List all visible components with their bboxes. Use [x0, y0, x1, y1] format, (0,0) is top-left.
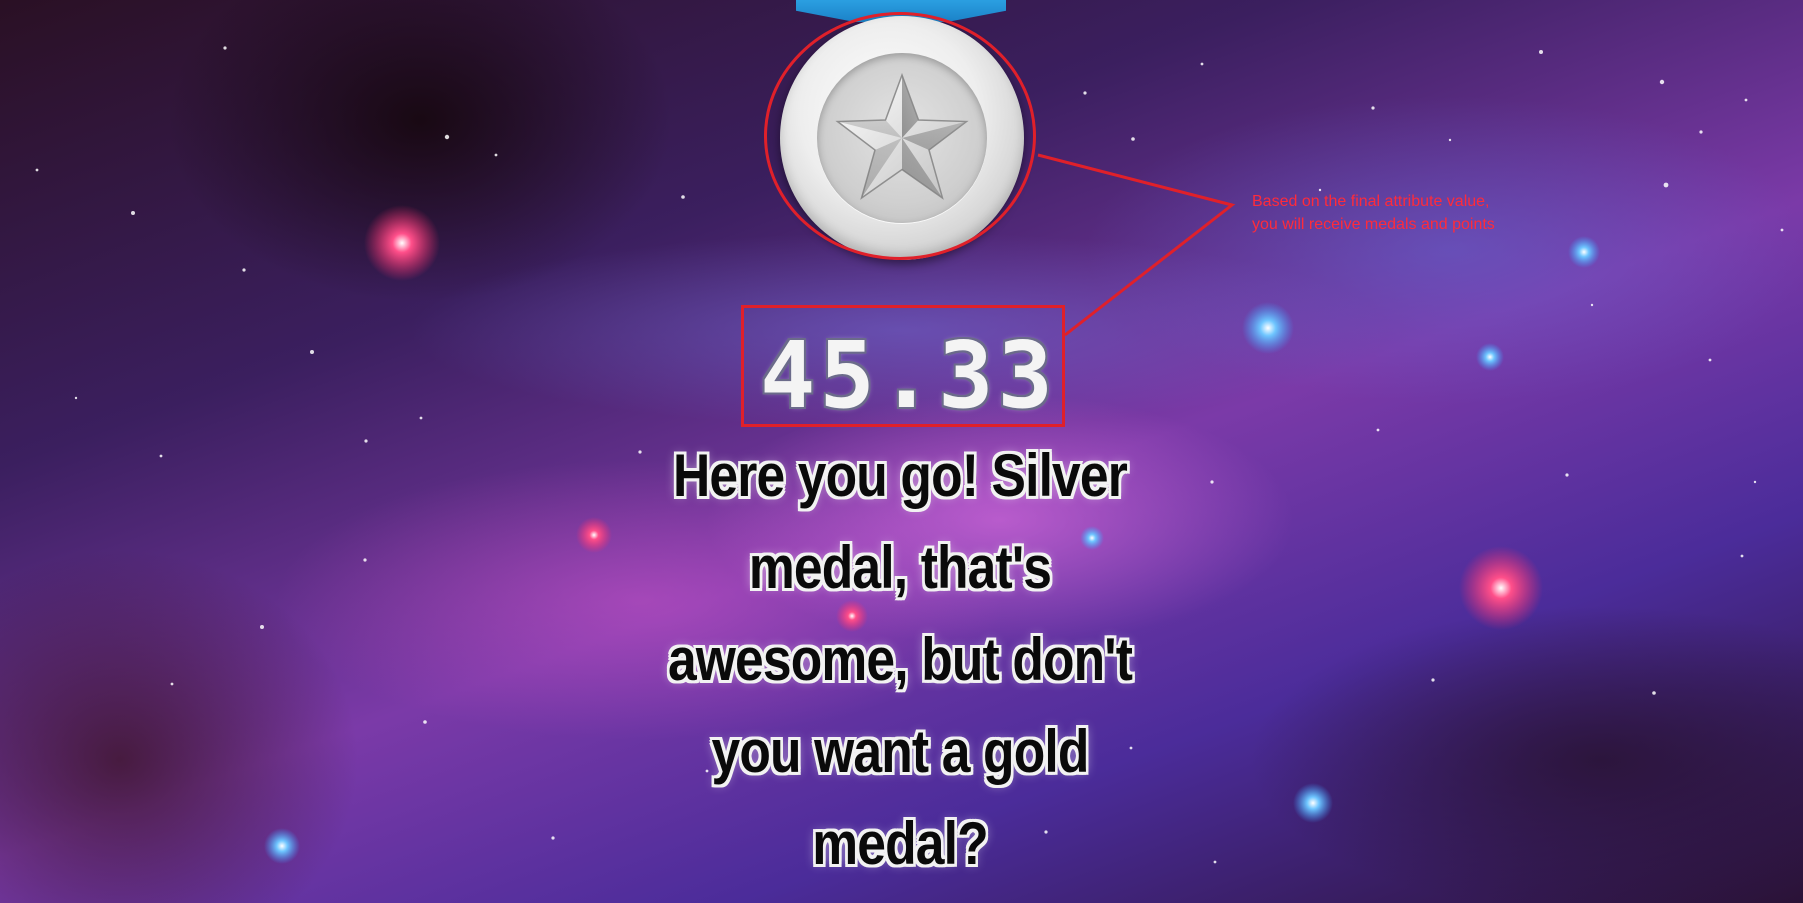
game-screen: 45.33 Based on the final attribute value… [0, 0, 1803, 903]
annotation-note-line: you will receive medals and points [1252, 216, 1495, 233]
result-message: Here you go! Silver medal, that's awesom… [667, 442, 1133, 877]
annotation-note: Based on the final attribute value, you … [1252, 190, 1612, 236]
annotation-note-line: Based on the final attribute value, [1252, 193, 1490, 210]
